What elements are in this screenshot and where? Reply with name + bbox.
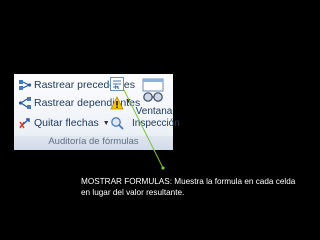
evaluate-formula-icon[interactable]	[110, 116, 124, 130]
trace-precedents-icon	[19, 80, 32, 90]
svg-text:fx: fx	[115, 84, 120, 91]
watch-window-icon	[142, 78, 164, 102]
error-checking-icon[interactable]	[110, 96, 124, 110]
watch-window-button[interactable]: Ventana Inspección	[132, 76, 180, 134]
remove-arrows-button[interactable]: Quitar flechas ▼	[18, 115, 118, 131]
watch-window-label: Ventana Inspección	[132, 106, 180, 129]
trace-precedents-button[interactable]: Rastrear precedentes	[18, 77, 135, 93]
formula-auditing-group: Rastrear precedentes Rastrear dependient…	[14, 74, 180, 150]
trace-dependents-button[interactable]: Rastrear dependientes	[18, 95, 140, 111]
show-formulas-icon[interactable]: fx	[110, 77, 124, 91]
chevron-down-icon[interactable]: ▼	[103, 120, 110, 127]
chevron-down-icon[interactable]: ▼	[125, 98, 132, 105]
trace-dependents-icon	[18, 97, 31, 109]
remove-arrows-icon	[19, 118, 30, 129]
remove-arrows-label: Quitar flechas	[34, 117, 99, 129]
group-label: Auditoría de fórmulas	[14, 136, 173, 150]
caption-text: MOSTRAR FORMULAS: Muestra la formula en …	[81, 177, 296, 197]
